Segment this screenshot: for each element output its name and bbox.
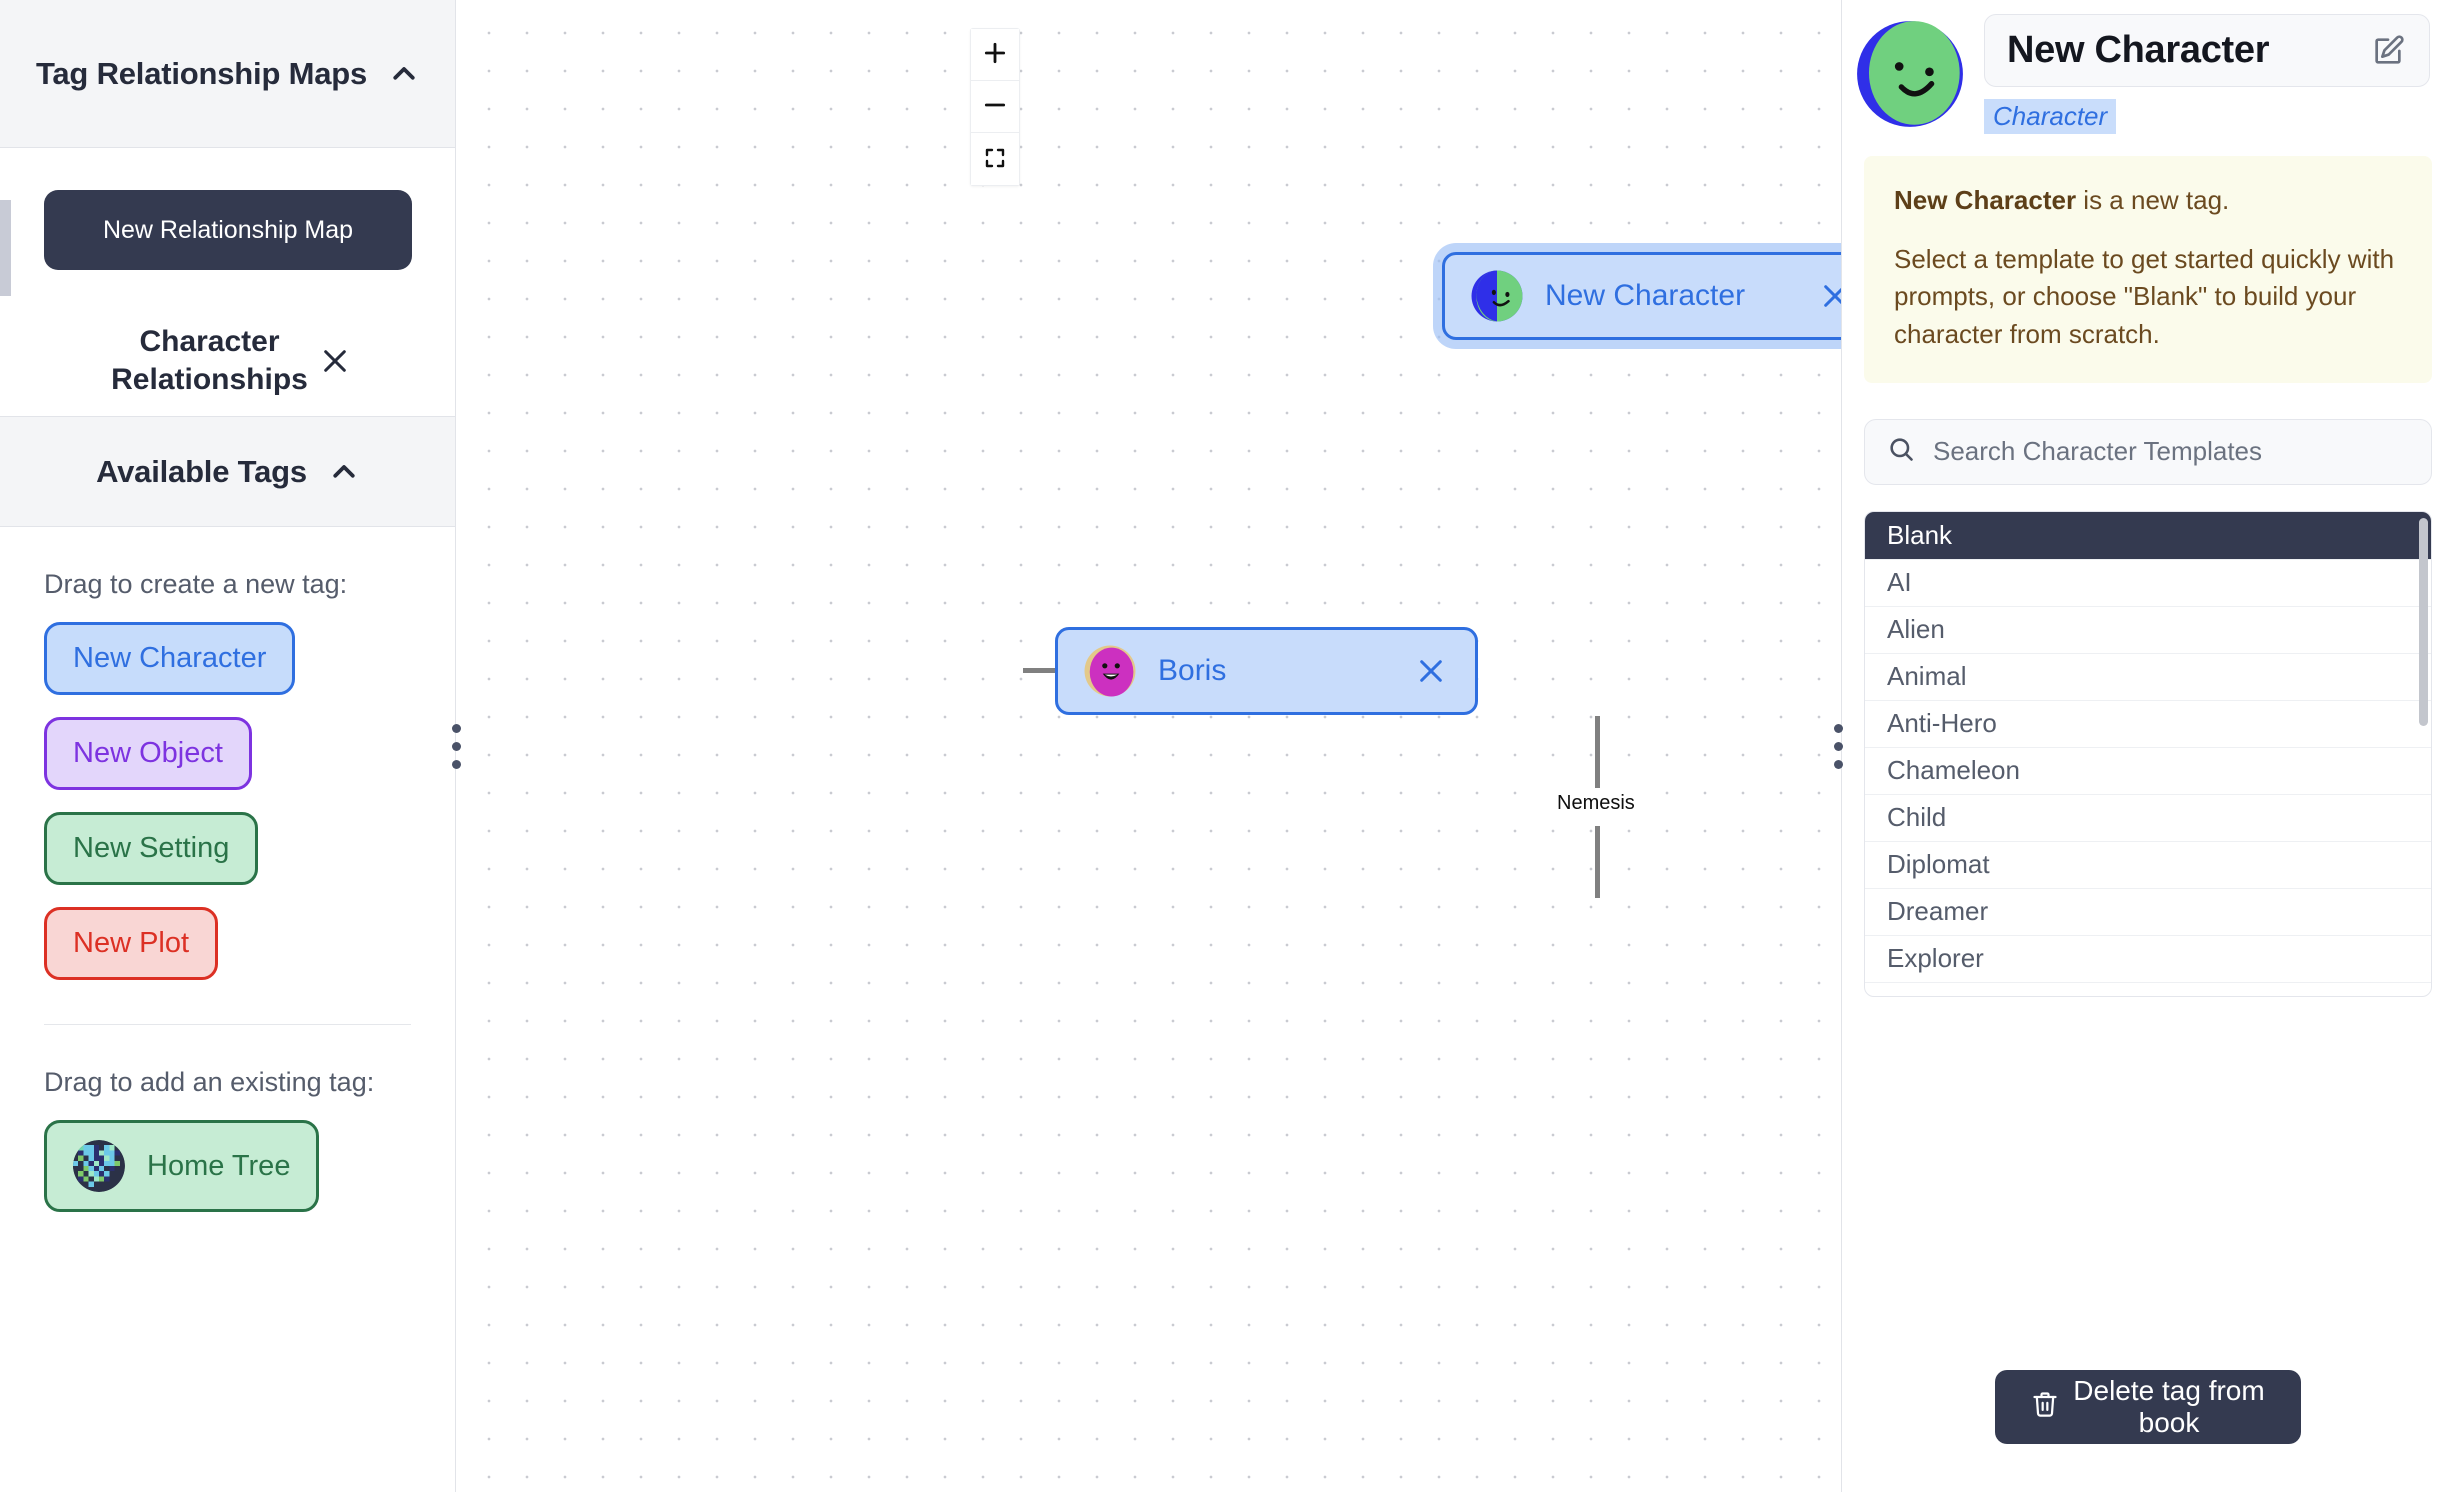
fit-view-button[interactable] (971, 133, 1019, 185)
mosaic-avatar (73, 1140, 125, 1192)
details-header: New Character Character (1842, 0, 2454, 134)
template-item-anti-hero[interactable]: Anti-Hero (1865, 701, 2431, 748)
tag-relationship-maps-header[interactable]: Tag Relationship Maps (0, 0, 455, 148)
zoom-out-button[interactable] (971, 81, 1019, 133)
chevron-up-icon[interactable] (329, 457, 359, 487)
template-item-diplomat[interactable]: Diplomat (1865, 842, 2431, 889)
search-icon (1887, 435, 1915, 468)
available-tags-header[interactable]: Available Tags (0, 417, 455, 527)
fit-view-icon (983, 146, 1007, 173)
node-label: Boris (1158, 654, 1227, 687)
status-badge: Character (1984, 99, 2117, 134)
new-tag-chip-object[interactable]: New Object (44, 717, 252, 790)
zoom-in-button[interactable] (971, 29, 1019, 81)
green-blue-face-avatar (1471, 270, 1523, 322)
template-item-explorer[interactable]: Explorer (1865, 936, 2431, 983)
new-tag-chip-character[interactable]: New Character (44, 622, 296, 695)
page-title: New Character (2007, 29, 2270, 71)
relationship-map-name: Character Relationships (111, 324, 308, 396)
existing-tag-label: Home Tree (147, 1149, 291, 1182)
sidebar-scrollbar[interactable] (0, 200, 11, 296)
edge-becky-ralph-bottom (1595, 826, 1600, 898)
template-item-alien[interactable]: Alien (1865, 607, 2431, 654)
delete-tag-label: Delete tag from book (2073, 1375, 2265, 1438)
relationship-map-item[interactable]: Character Relationships (44, 306, 411, 416)
node-new-character[interactable]: New Character (1442, 252, 1841, 340)
handle-dot (1833, 741, 1843, 751)
handle-dot (1833, 759, 1843, 769)
relationship-map-canvas[interactable]: Little Brother Nemesis New Character (456, 0, 1842, 1492)
node-boris[interactable]: Boris (1055, 627, 1478, 715)
close-icon[interactable] (1817, 278, 1841, 314)
node-label: New Character (1545, 279, 1746, 312)
delete-tag-button[interactable]: Delete tag from book (1995, 1370, 2301, 1444)
template-item-blank[interactable]: Blank (1865, 511, 2431, 560)
notice-tag-rest: is a new tag. (2076, 185, 2230, 215)
minus-icon (982, 92, 1008, 121)
details-header-text: New Character Character (1984, 14, 2430, 134)
available-tags-body: Drag to create a new tag: New Character … (0, 569, 455, 1234)
template-search-box[interactable] (1864, 418, 2432, 485)
drag-create-label: Drag to create a new tag: (44, 569, 348, 599)
template-item-child[interactable]: Child (1865, 795, 2431, 842)
notice-line-2: Select a template to get started quickly… (1894, 244, 2395, 349)
template-item-ai[interactable]: AI (1865, 560, 2431, 607)
close-icon[interactable] (1413, 653, 1449, 689)
character-templates-list[interactable]: Blank AI Alien Animal Anti-Hero Chameleo… (1865, 511, 2431, 996)
plus-icon (982, 40, 1008, 69)
maps-section-body: New Relationship Map Character Relations… (0, 190, 455, 416)
drag-existing-label: Drag to add an existing tag: (44, 1067, 375, 1097)
green-blue-face-avatar (1856, 20, 1964, 128)
template-item-dreamer[interactable]: Dreamer (1865, 889, 2431, 936)
handle-dot (451, 759, 461, 769)
available-tags-title: Available Tags (96, 453, 307, 489)
templates-scrollbar[interactable] (2419, 516, 2428, 994)
handle-dot (1833, 723, 1843, 733)
tags-divider (44, 1024, 411, 1025)
left-panel-resize-handle[interactable] (451, 717, 461, 775)
notice-tag-name: New Character (1894, 185, 2077, 215)
zoom-controls (970, 28, 1020, 186)
tag-title-box[interactable]: New Character (1984, 14, 2430, 87)
trash-icon (2031, 1390, 2059, 1425)
magenta-face-avatar (1084, 645, 1136, 697)
new-relationship-map-button[interactable]: New Relationship Map (44, 190, 412, 270)
existing-tag-chip-home-tree[interactable]: Home Tree (44, 1120, 320, 1212)
template-item-chameleon[interactable]: Chameleon (1865, 748, 2431, 795)
tag-relationship-maps-title: Tag Relationship Maps (35, 55, 368, 91)
new-tag-chip-plot[interactable]: New Plot (44, 907, 219, 980)
new-tag-chip-setting[interactable]: New Setting (44, 812, 259, 885)
edge-becky-ralph-top (1595, 716, 1600, 788)
handle-dot (451, 723, 461, 733)
close-icon[interactable] (315, 341, 355, 381)
right-panel-resize-handle[interactable] (1833, 717, 1843, 775)
notice-line-1: New Character is a new tag. (1894, 182, 2402, 219)
templates-scrollbar-thumb[interactable] (2419, 517, 2428, 726)
template-item-animal[interactable]: Animal (1865, 654, 2431, 701)
handle-dot (451, 741, 461, 751)
tag-details-panel: New Character Character New Character is… (1842, 0, 2454, 1492)
left-sidebar: Tag Relationship Maps New Relationship M… (0, 0, 456, 1492)
pencil-edit-icon[interactable] (2369, 32, 2407, 70)
chevron-up-icon[interactable] (389, 59, 419, 89)
character-templates-list-wrap: Blank AI Alien Animal Anti-Hero Chameleo… (1864, 510, 2432, 997)
app-root: Tag Relationship Maps New Relationship M… (0, 0, 2454, 1492)
new-tag-notice: New Character is a new tag. Select a tem… (1864, 156, 2432, 383)
search-input[interactable] (1933, 436, 2409, 468)
edge-label-nemesis: Nemesis (1550, 790, 1642, 817)
